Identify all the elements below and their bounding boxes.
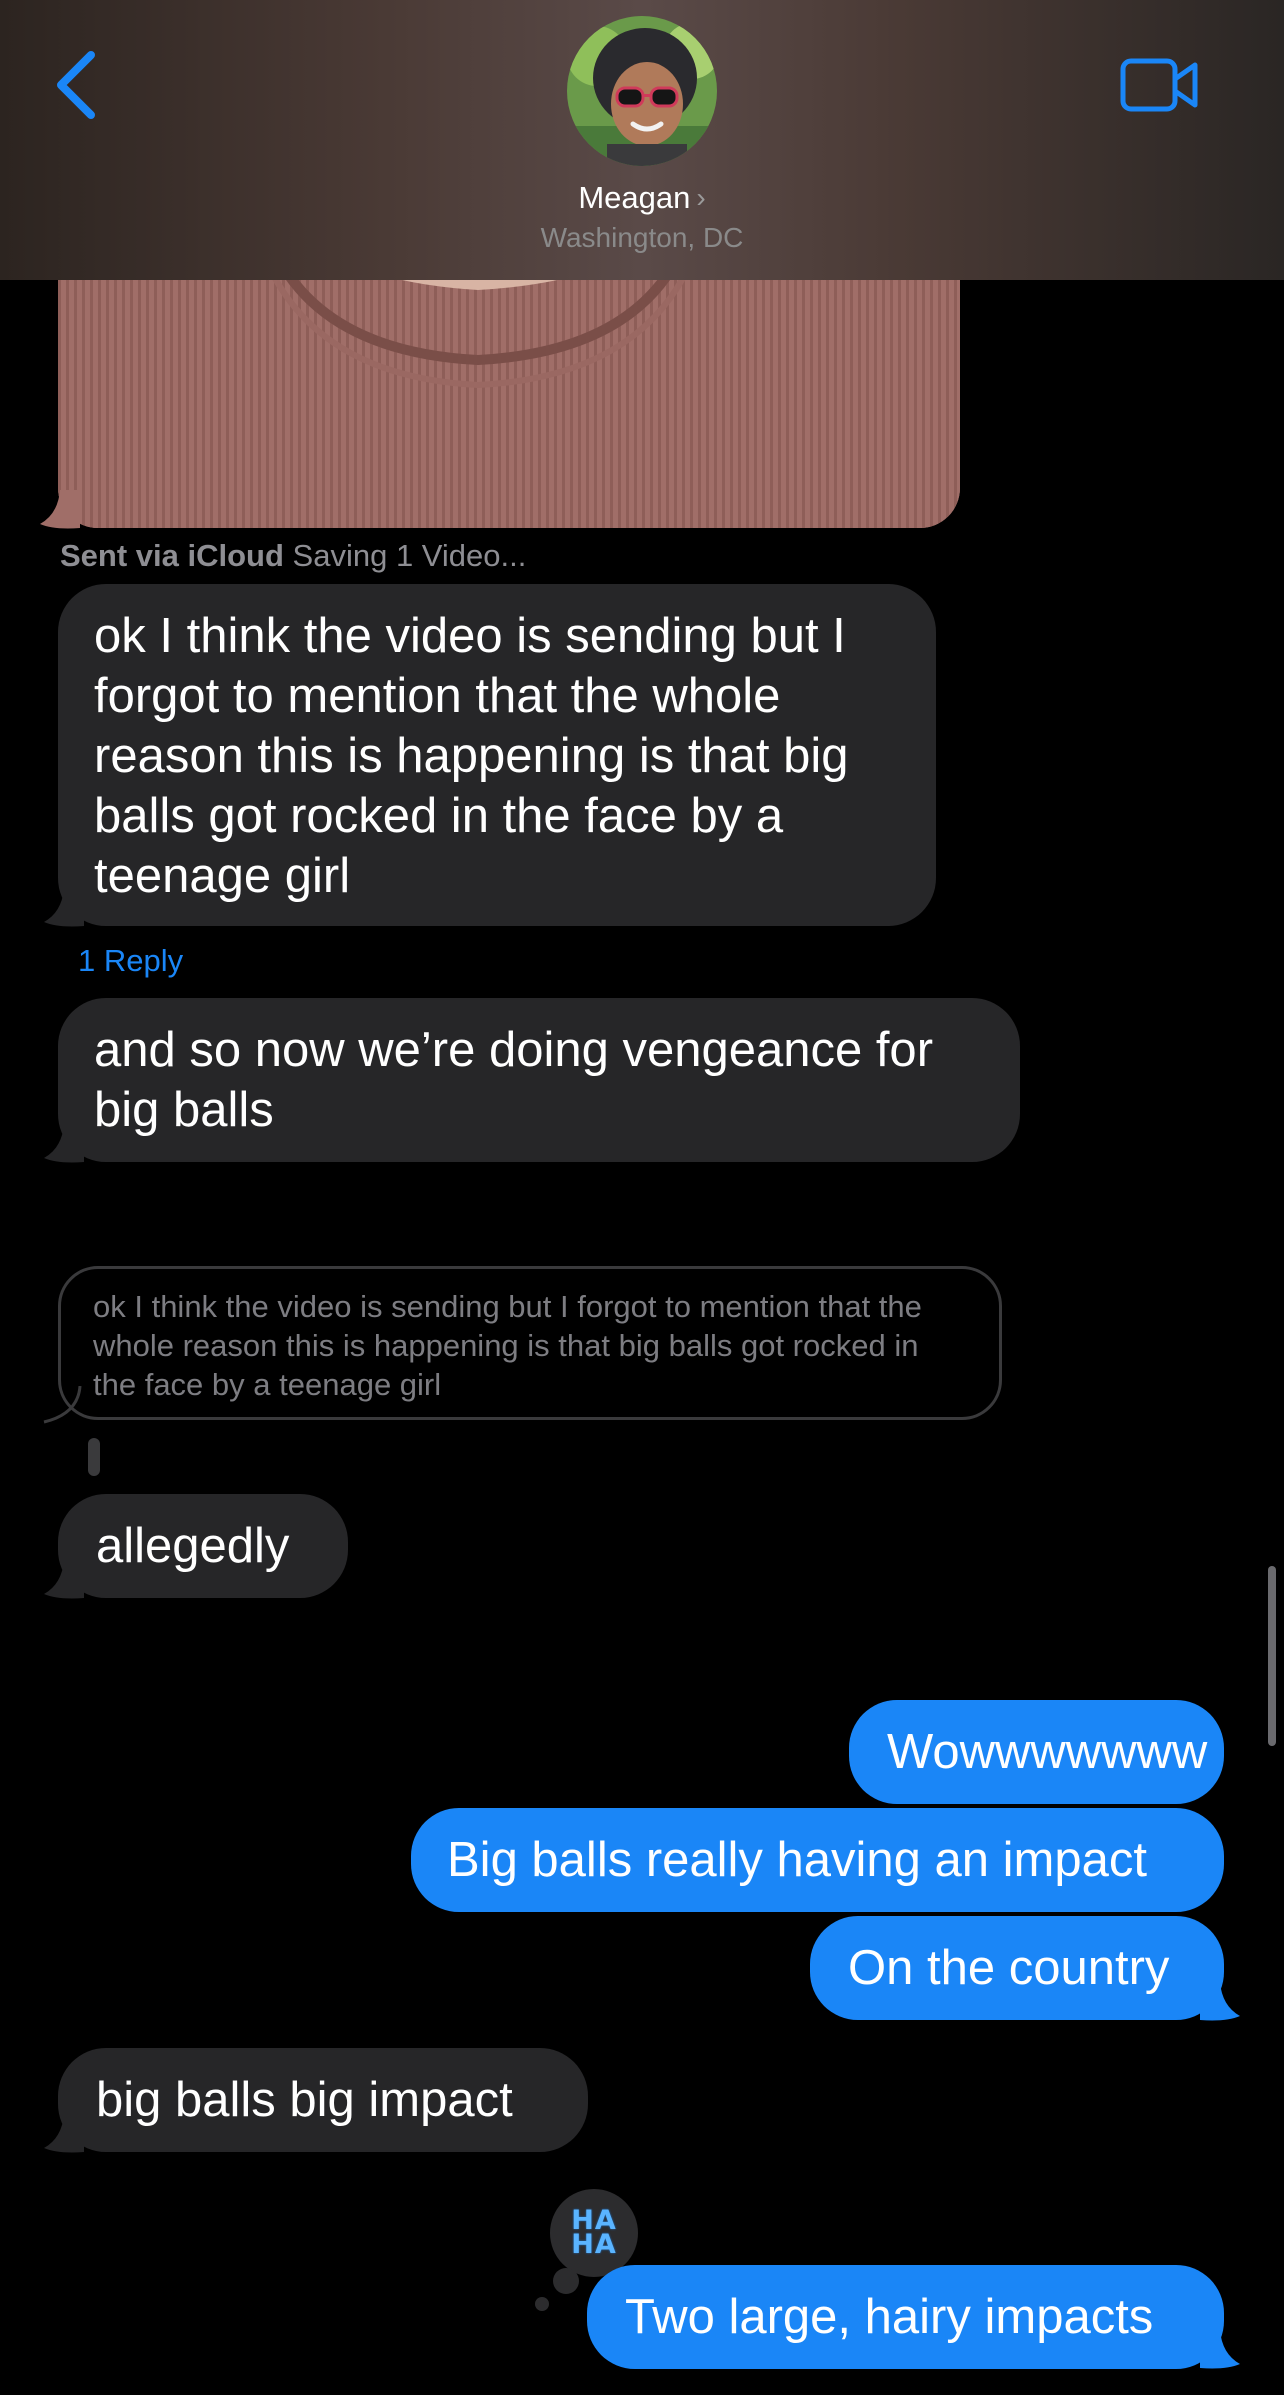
saving-status: Saving 1 Video... bbox=[292, 538, 527, 573]
facetime-video-button[interactable] bbox=[1115, 50, 1205, 120]
conversation-header: Meagan › Washington, DC bbox=[0, 0, 1284, 280]
message-text: big balls big impact bbox=[96, 2073, 513, 2127]
contact-location: Washington, DC bbox=[540, 222, 744, 253]
message-bubble-incoming[interactable]: allegedly bbox=[58, 1494, 348, 1598]
video-camera-icon bbox=[1120, 58, 1198, 112]
back-button[interactable] bbox=[40, 40, 110, 130]
bubble-tail bbox=[43, 1386, 82, 1424]
chevron-right-icon: › bbox=[696, 182, 706, 213]
bubble-tail bbox=[44, 1560, 84, 1599]
sent-via-label: Sent via iCloud bbox=[60, 538, 284, 573]
message-bubble-incoming[interactable]: and so now we’re doing vengeance for big… bbox=[58, 998, 1020, 1162]
message-bubble-outgoing[interactable]: Two large, hairy impacts bbox=[587, 2265, 1224, 2369]
tapback-line2: HA bbox=[571, 2229, 617, 2260]
bubble-tail bbox=[44, 1124, 84, 1163]
message-text: Big balls really having an impact bbox=[447, 1833, 1147, 1887]
message-bubble-outgoing[interactable]: On the country bbox=[810, 1916, 1224, 2020]
message-bubble-outgoing[interactable]: Big balls really having an impact bbox=[411, 1808, 1224, 1912]
bubble-tail bbox=[40, 490, 80, 529]
message-bubble-incoming[interactable]: big balls big impact bbox=[58, 2048, 588, 2152]
bubble-tail bbox=[1200, 2330, 1240, 2369]
reply-count-link[interactable]: 1 Reply bbox=[78, 943, 183, 979]
contact-name-button[interactable]: Meagan › bbox=[0, 180, 1284, 216]
message-text: Two large, hairy impacts bbox=[625, 2290, 1154, 2344]
contact-avatar[interactable] bbox=[567, 16, 717, 166]
message-bubble-outgoing[interactable]: Wowwwwwww bbox=[849, 1700, 1224, 1804]
tapback-bubble-dot bbox=[553, 2268, 579, 2294]
contact-name: Meagan bbox=[578, 180, 691, 215]
tapback-bubble-dot bbox=[535, 2297, 549, 2311]
message-text: and so now we’re doing vengeance for big… bbox=[94, 1023, 934, 1137]
message-text: Wowwwwwww bbox=[887, 1725, 1208, 1779]
message-text: On the country bbox=[848, 1941, 1170, 1995]
message-text: allegedly bbox=[96, 1519, 290, 1573]
chevron-left-icon bbox=[57, 51, 95, 119]
bubble-tail bbox=[44, 2114, 84, 2153]
quoted-message[interactable]: ok I think the video is sending but I fo… bbox=[58, 1266, 1002, 1420]
message-text: ok I think the video is sending but I fo… bbox=[94, 609, 849, 903]
scrollbar[interactable] bbox=[1268, 1566, 1276, 1746]
bubble-tail bbox=[1200, 1982, 1240, 2021]
bubble-tail bbox=[44, 888, 84, 927]
thread-connector bbox=[88, 1438, 100, 1476]
message-bubble-incoming[interactable]: ok I think the video is sending but I fo… bbox=[58, 584, 936, 926]
sent-status: Sent via iCloud Saving 1 Video... bbox=[60, 538, 526, 574]
